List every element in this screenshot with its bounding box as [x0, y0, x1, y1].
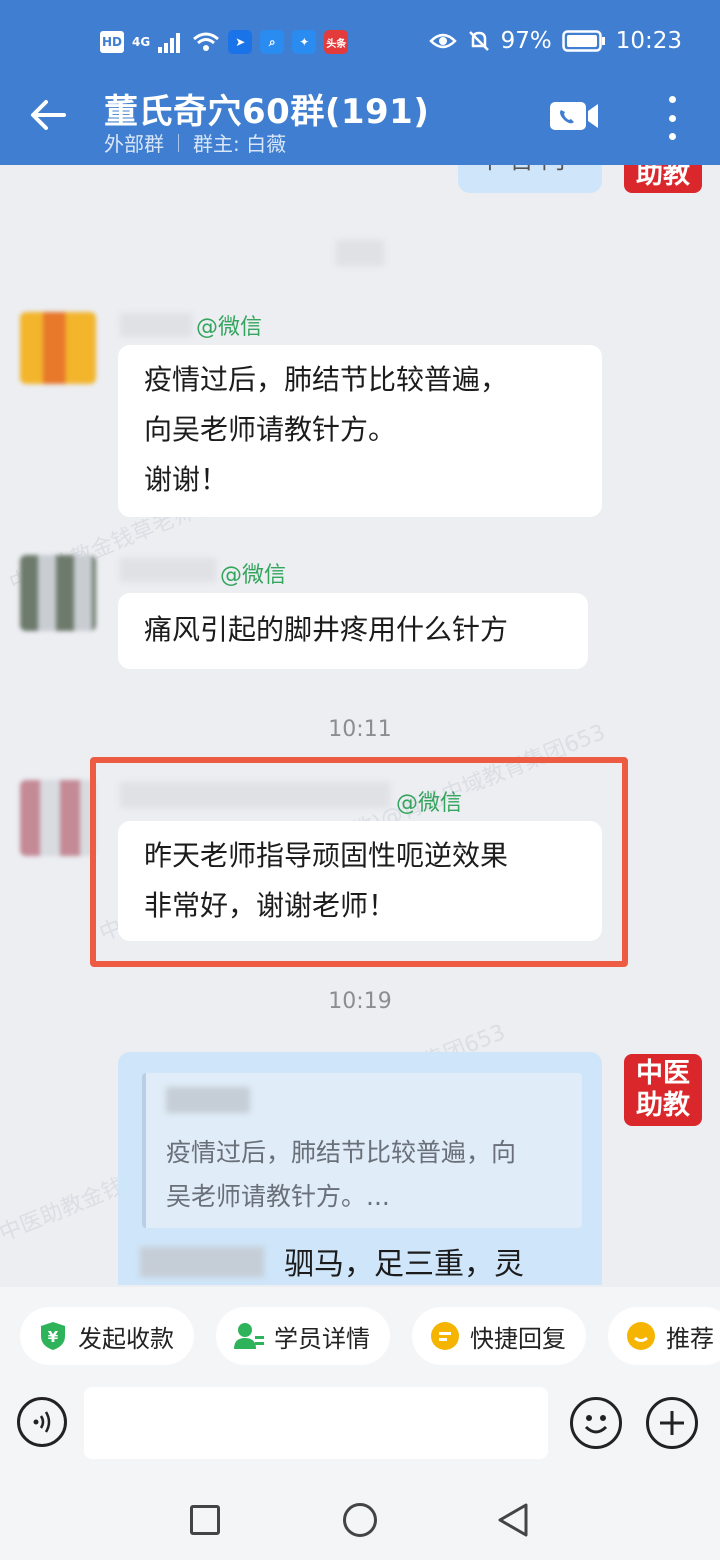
message-line: 痛风引起的脚井疼用什么针方 — [144, 613, 509, 646]
dot — [668, 114, 676, 122]
user-detail-icon — [234, 1321, 264, 1351]
chip-label: 发起收款 — [78, 1324, 174, 1353]
toutiao-app-icon: 头条 — [324, 30, 349, 54]
chip-label: 推荐 — [666, 1324, 714, 1353]
badge-line: 助教 — [636, 165, 690, 190]
recommend-icon — [626, 1321, 656, 1351]
phone-video-call-icon[interactable] — [550, 98, 600, 134]
group-type-label: 外部群 — [104, 132, 164, 156]
nav-back-icon[interactable] — [496, 1502, 530, 1538]
hd-indicator: HD — [100, 31, 125, 53]
emoji-icon[interactable] — [570, 1397, 622, 1449]
group-owner-label: 群主: 白薇 — [193, 132, 287, 156]
chat-header: HD 4G ➤ ⌕ ✦ 头条 97% 10:23 董氏奇穴60群(191) 外部… — [0, 0, 720, 165]
message-text-field[interactable] — [84, 1387, 548, 1459]
message-bubble[interactable]: 疫情过后，肺结节比较普遍， 向吴老师请教针方。 谢谢！ — [118, 345, 602, 517]
message-input-bar — [0, 1387, 720, 1480]
message-bubble[interactable]: 痛风引起的脚井疼用什么针方 — [118, 593, 588, 669]
avatar[interactable] — [20, 780, 96, 856]
quoted-text: 疫情过后，肺结节比较普遍，向 吴老师请教针方。... — [166, 1131, 566, 1219]
subtitle-divider — [178, 133, 179, 152]
assistant-badge: 中医 助教 — [624, 1054, 702, 1126]
message-bubble-own-partial[interactable]: 半 首 门 — [458, 165, 602, 193]
message-line: 疫情过后，肺结节比较普遍， — [144, 363, 509, 396]
message-line: 向吴老师请教针方。 — [144, 413, 397, 446]
quoted-line: 疫情过后，肺结节比较普遍，向 — [166, 1138, 517, 1167]
time-divider: 10:11 — [328, 717, 392, 742]
avatar[interactable] — [20, 312, 96, 384]
eye-icon — [428, 33, 457, 49]
redacted-nickname — [120, 558, 216, 582]
quick-reply-button[interactable]: 快捷回复 — [412, 1307, 586, 1365]
svg-text:¥: ¥ — [48, 1328, 59, 1346]
collect-payment-button[interactable]: ¥ 发起收款 — [20, 1307, 194, 1365]
quick-actions-bar: ¥ 发起收款 学员详情 快捷回复 推荐 — [0, 1287, 720, 1387]
voice-input-icon[interactable] — [17, 1397, 67, 1447]
battery-percent: 97% — [500, 28, 552, 54]
reply-text: 驷马，足三重，灵 — [284, 1247, 524, 1282]
battery-icon — [561, 30, 605, 52]
assistant-badge: 助教 — [624, 165, 702, 193]
back-arrow-icon[interactable] — [28, 95, 68, 135]
search-app-icon: ⌕ — [260, 30, 285, 54]
chip-label: 快捷回复 — [470, 1324, 566, 1353]
badge-line: 中医 — [636, 1058, 690, 1089]
mute-bell-icon — [468, 31, 489, 51]
recent-apps-icon[interactable] — [190, 1505, 220, 1535]
home-icon[interactable] — [343, 1503, 377, 1537]
system-nav-bar — [0, 1480, 720, 1560]
yen-shield-icon: ¥ — [38, 1321, 68, 1351]
quoted-line: 吴老师请教针方。... — [166, 1182, 390, 1211]
plus-icon[interactable] — [646, 1397, 698, 1449]
group-title: 董氏奇穴60群(191) — [104, 92, 430, 132]
message-line: 谢谢！ — [144, 463, 229, 496]
dot — [668, 133, 676, 140]
clock: 10:23 — [615, 28, 682, 54]
recommend-button[interactable]: 推荐 — [608, 1307, 720, 1365]
quick-reply-icon — [430, 1321, 460, 1351]
redacted-reply-prefix — [140, 1247, 264, 1277]
badge-line: 助教 — [636, 1090, 690, 1121]
more-options-icon[interactable] — [660, 96, 684, 140]
highlight-annotation-box — [90, 757, 628, 967]
avatar[interactable] — [20, 555, 96, 631]
redacted-nickname — [120, 313, 192, 337]
lightbulb-app-icon: ✦ — [292, 30, 317, 54]
group-subtitle: 外部群 群主: 白薇 — [104, 128, 286, 157]
network-type-indicator: 4G — [132, 35, 151, 49]
chip-label: 学员详情 — [274, 1324, 370, 1353]
time-divider: 10:19 — [328, 989, 392, 1014]
redacted-quoted-sender — [166, 1087, 250, 1113]
dot — [668, 96, 676, 103]
quoted-message[interactable]: 疫情过后，肺结节比较普遍，向 吴老师请教针方。... — [142, 1073, 582, 1228]
wechat-source-tag: @微信 — [196, 315, 263, 340]
wifi-icon — [193, 32, 220, 51]
message-text: 半 首 门 — [478, 165, 565, 174]
signal-icon — [158, 33, 181, 53]
chat-area[interactable]: 中医助教金钱草老师(中医助教)@青岛中域教育集团653 中医助教金钱草老师(中医… — [0, 165, 720, 1285]
status-bar: HD 4G ➤ ⌕ ✦ 头条 97% 10:23 — [0, 22, 720, 66]
redacted-time — [336, 240, 384, 266]
student-details-button[interactable]: 学员详情 — [216, 1307, 390, 1365]
paper-plane-app-icon: ➤ — [228, 30, 253, 54]
wechat-source-tag: @微信 — [220, 563, 287, 588]
